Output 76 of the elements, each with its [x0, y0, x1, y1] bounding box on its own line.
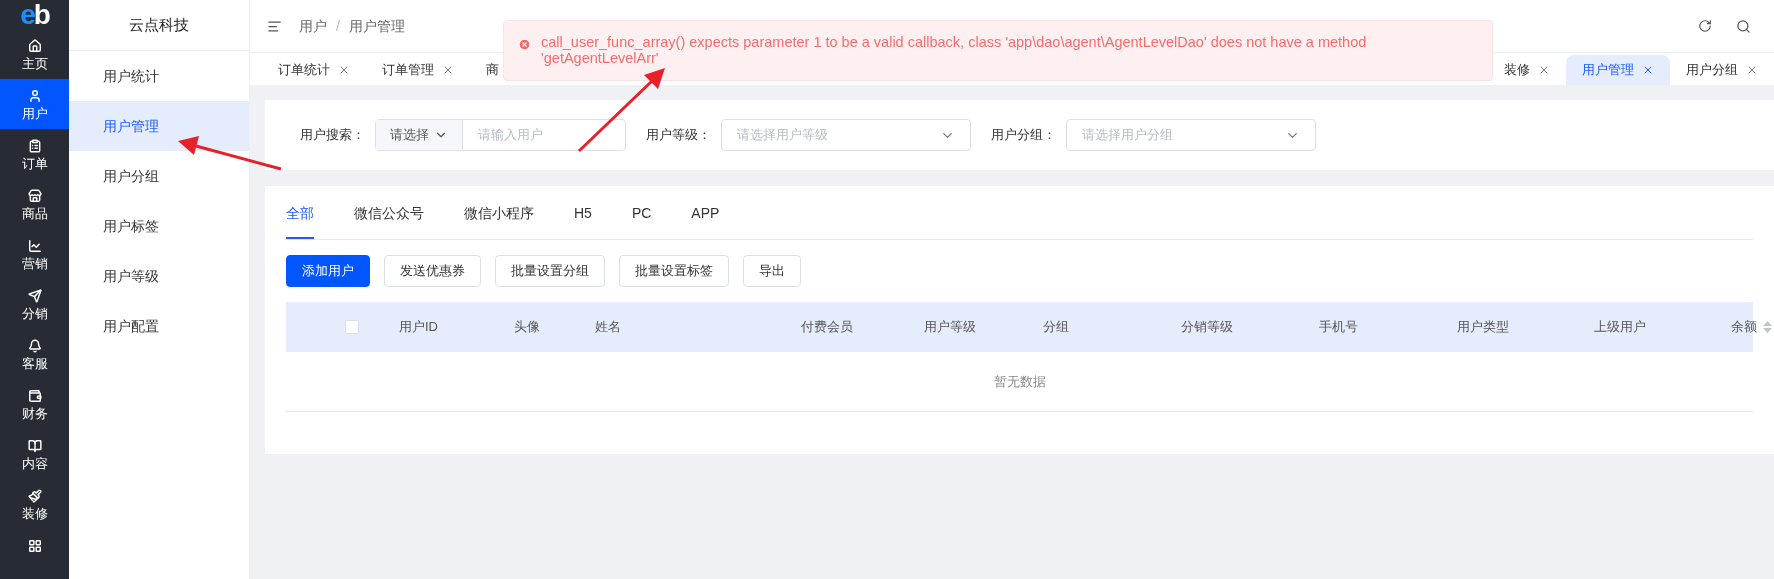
action-button[interactable]: 添加用户 — [286, 255, 370, 287]
nav-item[interactable]: 商品 — [0, 179, 69, 229]
wallet-icon — [27, 389, 42, 403]
column-header: 分销等级 — [1181, 318, 1233, 337]
error-message: call_user_func_array() expects parameter 1 to be a valid callback, class 'app\dao\agent\AgentLevelDao' does not have a method 'getAgentLevelArr' — [541, 34, 1368, 66]
search-icon[interactable] — [1736, 18, 1751, 34]
submenu-item[interactable]: 用户统计 — [69, 51, 249, 101]
nav-item[interactable]: 客服 — [0, 329, 69, 379]
refresh-icon[interactable] — [1698, 19, 1712, 33]
bell-icon — [27, 339, 42, 353]
column-header: 用户类型 — [1457, 318, 1509, 337]
column-header: 用户等级 — [924, 318, 976, 337]
filter-label: 用户分组： — [991, 126, 1056, 145]
channel-tab[interactable]: 全部 — [286, 190, 314, 239]
page-tab[interactable]: 订单统计 — [262, 55, 366, 85]
channel-tab[interactable]: H5 — [574, 190, 592, 239]
column-header: 上级用户 — [1594, 318, 1646, 337]
channel-tab[interactable]: 微信公众号 — [354, 190, 424, 239]
user-icon — [27, 89, 42, 103]
nav-item[interactable]: 分销 — [0, 279, 69, 329]
nav-item[interactable]: 用户 — [0, 79, 69, 129]
column-header: 头像 — [514, 318, 540, 337]
brush-icon — [27, 489, 42, 503]
book-icon — [27, 439, 42, 453]
menu-icon[interactable] — [267, 18, 282, 34]
grid-icon — [27, 539, 42, 553]
clipboard-icon — [27, 139, 42, 153]
action-button[interactable]: 批量设置分组 — [495, 255, 605, 287]
error-icon — [518, 38, 531, 51]
action-button[interactable]: 导出 — [743, 255, 801, 287]
nav-item[interactable]: 订单 — [0, 129, 69, 179]
column-header: 用户ID — [399, 318, 438, 337]
action-button[interactable]: 批量设置标签 — [619, 255, 729, 287]
empty-text: 暂无数据 — [993, 372, 1046, 391]
channel-tab[interactable]: 微信小程序 — [464, 190, 534, 239]
column-header: 分组 — [1043, 318, 1069, 337]
close-icon[interactable] — [1538, 64, 1550, 76]
action-button[interactable]: 发送优惠券 — [384, 255, 481, 287]
breadcrumb-separator: / — [336, 16, 340, 36]
filter-label: 用户等级： — [646, 126, 711, 145]
close-icon[interactable] — [442, 64, 454, 76]
submenu-item[interactable]: 用户分组 — [69, 151, 249, 201]
submenu-item[interactable]: 用户配置 — [69, 301, 249, 351]
column-header: 姓名 — [595, 318, 621, 337]
nav-item[interactable]: 内容 — [0, 429, 69, 479]
nav-item[interactable]: 装修 — [0, 479, 69, 529]
close-icon[interactable] — [338, 64, 350, 76]
nav-item[interactable]: 营销 — [0, 229, 69, 279]
column-header: 付费会员 — [801, 318, 853, 337]
submenu-item[interactable]: 用户管理 — [69, 101, 249, 151]
nav-item[interactable]: 财务 — [0, 379, 69, 429]
page-tab[interactable]: 用户分组 — [1670, 55, 1774, 85]
submenu-item[interactable]: 用户等级 — [69, 251, 249, 301]
close-icon[interactable] — [1642, 64, 1654, 76]
channel-tab[interactable]: PC — [631, 190, 652, 239]
column-header[interactable]: 余额 — [1731, 317, 1772, 337]
select-all-checkbox[interactable] — [345, 320, 359, 334]
breadcrumb-link[interactable]: 用户管理 — [348, 15, 405, 37]
breadcrumb-link[interactable]: 用户 — [299, 15, 327, 37]
filter-label: 用户搜索： — [300, 126, 365, 145]
logo: eb — [20, 0, 49, 29]
company-name: 云点科技 — [129, 14, 189, 35]
nav-item[interactable]: 主页 — [0, 29, 69, 79]
page-tab[interactable]: 装修 — [1488, 55, 1566, 85]
home-icon — [27, 39, 42, 53]
type-select[interactable]: 请选择 — [376, 120, 463, 150]
page-tab[interactable]: 订单管理 — [366, 55, 470, 85]
send-icon — [27, 289, 42, 303]
close-icon[interactable] — [1746, 64, 1758, 76]
store-icon — [27, 189, 42, 203]
search-field[interactable]: 请选择 请输入用户 — [375, 119, 626, 151]
submenu-item[interactable]: 用户标签 — [69, 201, 249, 251]
chart-icon — [27, 239, 42, 253]
page-tab[interactable]: 用户管理 — [1566, 55, 1670, 85]
channel-tab[interactable]: APP — [691, 190, 720, 239]
column-header: 手机号 — [1319, 318, 1358, 337]
